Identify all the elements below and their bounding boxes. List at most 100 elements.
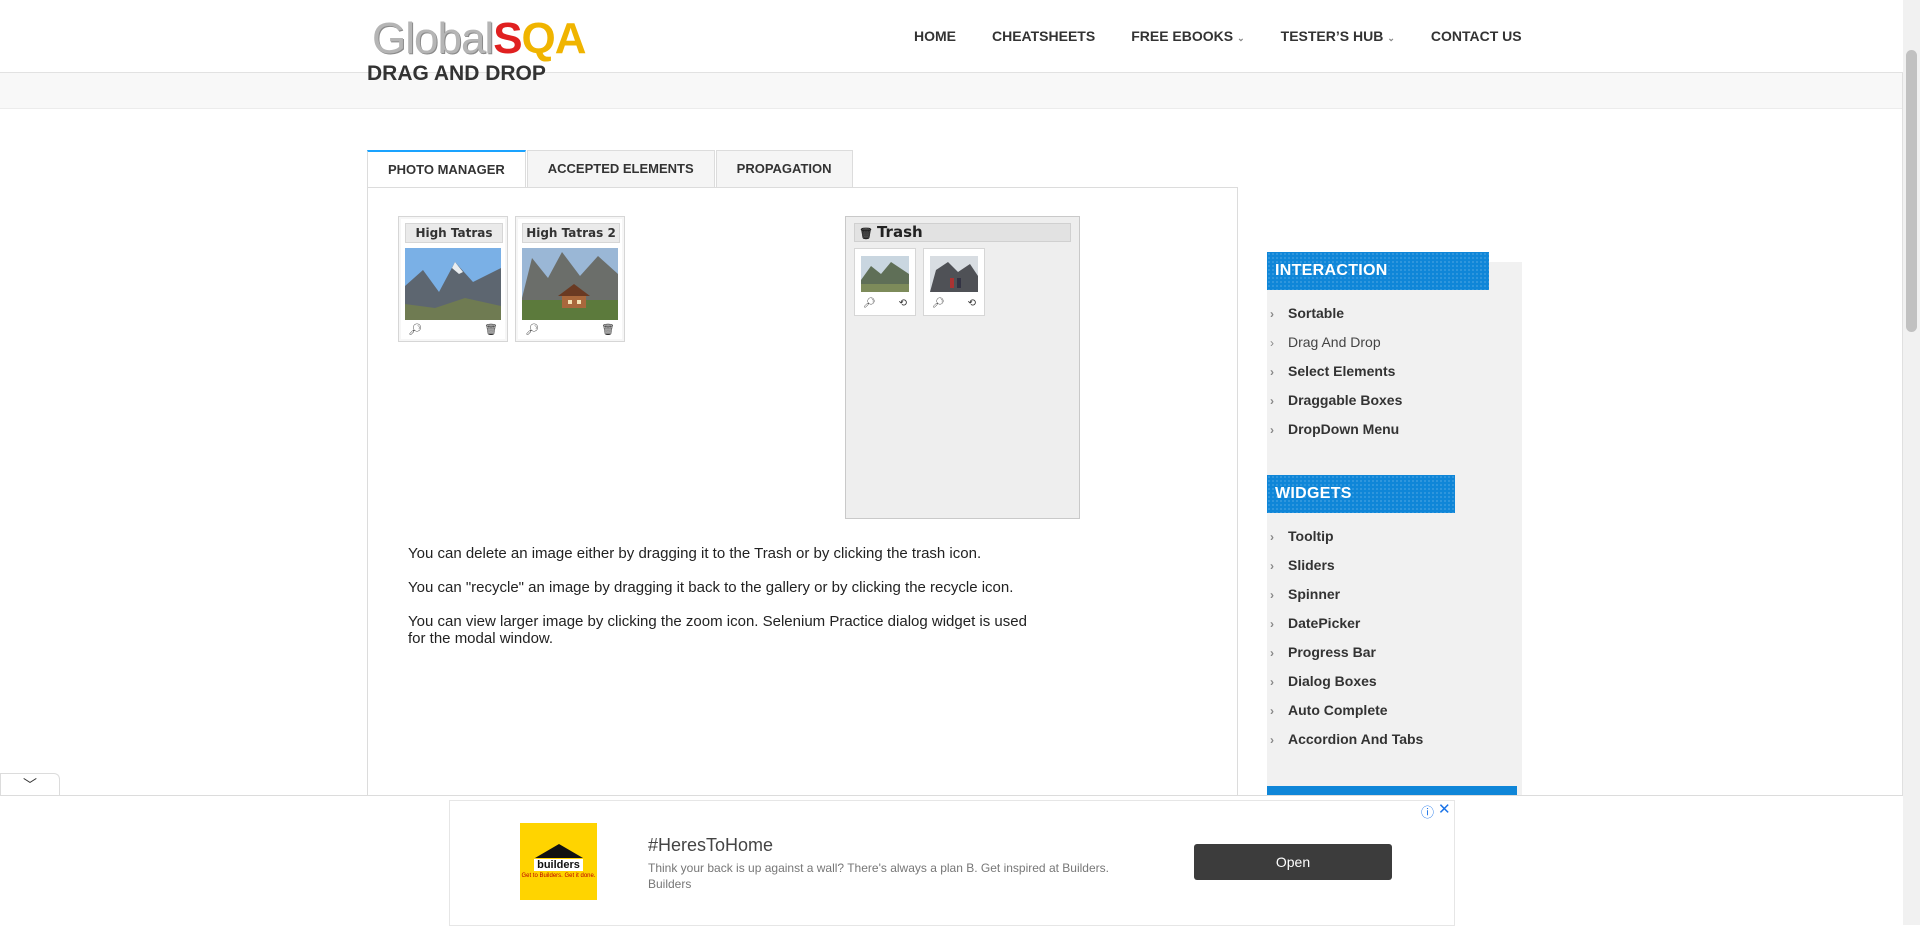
house-icon (534, 844, 583, 858)
sidebar-interaction-list: › Sortable › Drag And Drop › Select Element… (1270, 299, 1402, 444)
trash-item[interactable]: 🔎︎ ⟲ (854, 248, 916, 316)
ad-logo-word: builders (534, 859, 583, 871)
ad-collapse-toggle[interactable]: ﹀ (0, 773, 60, 797)
chalet-photo (522, 248, 618, 320)
chevron-right-icon: › (1270, 588, 1274, 602)
sidebar-item-progress-bar[interactable]: › Progress Bar (1270, 638, 1423, 667)
close-icon[interactable]: ✕ (1438, 800, 1451, 818)
nav-free-ebooks[interactable]: FREE EBOOKS ⌄ (1131, 28, 1244, 44)
sidebar-item-sortable[interactable]: › Sortable (1270, 299, 1402, 328)
page-scrollbar[interactable] (1902, 0, 1920, 925)
sidebar-item-label: Sortable (1288, 305, 1345, 321)
trash-icon[interactable]: 🗑︎ (484, 323, 498, 336)
nav-testers-hub[interactable]: TESTER’S HUB ⌄ (1281, 28, 1395, 44)
sidebar-item-sliders[interactable]: › Sliders (1270, 551, 1423, 580)
nav-cheatsheets-label: CHEATSHEETS (992, 28, 1096, 44)
nav-cheatsheets[interactable]: CHEATSHEETS (992, 28, 1095, 44)
nav-contact-us[interactable]: CONTACT US (1431, 28, 1522, 44)
nav-free-ebooks-label: FREE EBOOKS (1131, 28, 1234, 44)
sidebar-item-dropdown-menu[interactable]: › DropDown Menu (1270, 415, 1402, 444)
ad-info-icon[interactable]: ⓘ (1421, 802, 1434, 821)
trash-item[interactable]: 🔎︎ ⟲ (923, 248, 985, 316)
title-strip (0, 72, 1903, 109)
chevron-right-icon: › (1270, 365, 1274, 379)
trash-icon: 🗑︎ (859, 227, 873, 240)
chevron-down-icon: ⌄ (1237, 33, 1245, 43)
gallery-item[interactable]: High Tatras 2 🔎︎ 🗑︎ (515, 216, 625, 342)
gallery-image[interactable] (522, 248, 618, 320)
sidebar-item-label: DatePicker (1288, 615, 1361, 631)
recycle-icon[interactable]: ⟲ (968, 298, 976, 309)
nav-home[interactable]: HOME (914, 28, 956, 44)
trash-photo (861, 256, 909, 292)
sidebar-item-dialog-boxes[interactable]: › Dialog Boxes (1270, 667, 1423, 696)
ad-title[interactable]: #HeresToHome (648, 835, 773, 856)
sidebar-item-accordion-and-tabs[interactable]: › Accordion And Tabs (1270, 725, 1423, 754)
sidebar-item-draggable-boxes[interactable]: › Draggable Boxes (1270, 386, 1402, 415)
trash-icon[interactable]: 🗑︎ (601, 323, 615, 336)
sidebar-item-label: Sliders (1288, 557, 1335, 573)
nav-home-label: HOME (914, 28, 956, 44)
ad-description: Think your back is up against a wall? Th… (648, 861, 1109, 891)
gallery-item[interactable]: High Tatras 🔎︎ 🗑︎ (398, 216, 508, 342)
chevron-right-icon: › (1270, 307, 1274, 321)
chevron-down-icon: ﹀ (23, 777, 37, 793)
trash-header: 🗑︎ Trash (854, 223, 1071, 242)
sidebar-widgets-list: › Tooltip › Sliders › Spinner › DatePicker ›… (1270, 522, 1423, 754)
instruction-recycle: You can "recycle" an image by dragging i… (408, 579, 1014, 596)
sidebar-heading-interaction: INTERACTION (1267, 252, 1489, 290)
chevron-right-icon: › (1270, 617, 1274, 631)
sidebar-item-spinner[interactable]: › Spinner (1270, 580, 1423, 609)
zoom-icon[interactable]: 🔎︎ (863, 298, 876, 309)
sidebar-item-select-elements[interactable]: › Select Elements (1270, 357, 1402, 386)
site-header: GlobalSQA HOME CHEATSHEETS FREE EBOOKS ⌄ … (0, 0, 1903, 73)
sidebar-item-label: DropDown Menu (1288, 421, 1400, 437)
instructions: You can delete an image either by draggi… (408, 545, 1068, 664)
sidebar-item-label: Draggable Boxes (1288, 392, 1403, 408)
sidebar-item-auto-complete[interactable]: › Auto Complete (1270, 696, 1423, 725)
trash-dropzone[interactable]: 🗑︎ Trash 🔎︎ ⟲ 🔎︎ ⟲ (845, 216, 1080, 519)
sidebar-item-label: Spinner (1288, 586, 1341, 602)
chevron-right-icon: › (1270, 704, 1274, 718)
tab-propagation[interactable]: PROPAGATION (715, 150, 853, 187)
main-nav: HOME CHEATSHEETS FREE EBOOKS ⌄ TESTER’S H… (914, 28, 1522, 44)
logo-global: Global (372, 14, 494, 63)
sidebar-item-datepicker[interactable]: › DatePicker (1270, 609, 1423, 638)
sidebar-item-tooltip[interactable]: › Tooltip (1270, 522, 1423, 551)
sidebar-item-label: Auto Complete (1288, 702, 1388, 718)
zoom-icon[interactable]: 🔎︎ (932, 298, 945, 309)
zoom-icon[interactable]: 🔎︎ (408, 323, 422, 336)
site-logo[interactable]: GlobalSQA (372, 14, 587, 64)
trash-item-actions: 🔎︎ ⟲ (861, 298, 909, 310)
sidebar-item-drag-and-drop[interactable]: › Drag And Drop (1270, 328, 1402, 357)
gallery-item-title: High Tatras 2 (522, 223, 620, 243)
instruction-delete: You can delete an image either by draggi… (408, 545, 982, 562)
sidebar-item-label: Tooltip (1288, 528, 1334, 544)
page-title: DRAG AND DROP (367, 62, 546, 85)
trash-photo (930, 256, 978, 292)
gallery-item-title: High Tatras (405, 223, 503, 243)
trash-item-image[interactable] (930, 256, 978, 292)
sidebar-item-label: Dialog Boxes (1288, 673, 1377, 689)
chevron-right-icon: › (1270, 394, 1274, 408)
ad-open-button[interactable]: Open (1194, 844, 1392, 880)
tab-accepted-elements[interactable]: ACCEPTED ELEMENTS (526, 150, 715, 187)
gallery-item-actions: 🔎︎ 🗑︎ (405, 323, 501, 337)
recycle-icon[interactable]: ⟲ (899, 298, 907, 309)
demo-tabs: PHOTO MANAGER ACCEPTED ELEMENTS PROPAGAT… (367, 150, 854, 189)
tab-photo-manager[interactable]: PHOTO MANAGER (367, 150, 526, 189)
sidebar-item-label: Progress Bar (1288, 644, 1376, 660)
scrollbar-thumb[interactable] (1906, 50, 1917, 332)
instruction-zoom: You can view larger image by clicking th… (408, 613, 1027, 647)
ad-logo[interactable]: builders Get to Builders. Get it done. (520, 823, 597, 900)
logo-qa: QA (521, 14, 587, 63)
chevron-right-icon: › (1270, 423, 1274, 437)
trash-item-image[interactable] (861, 256, 909, 292)
chevron-right-icon: › (1270, 675, 1274, 689)
gallery-item-actions: 🔎︎ 🗑︎ (522, 323, 618, 337)
chevron-right-icon: › (1270, 336, 1274, 350)
zoom-icon[interactable]: 🔎︎ (525, 323, 539, 336)
mountain-photo (405, 248, 501, 320)
gallery-image[interactable] (405, 248, 501, 320)
sidebar-item-label: Select Elements (1288, 363, 1396, 379)
